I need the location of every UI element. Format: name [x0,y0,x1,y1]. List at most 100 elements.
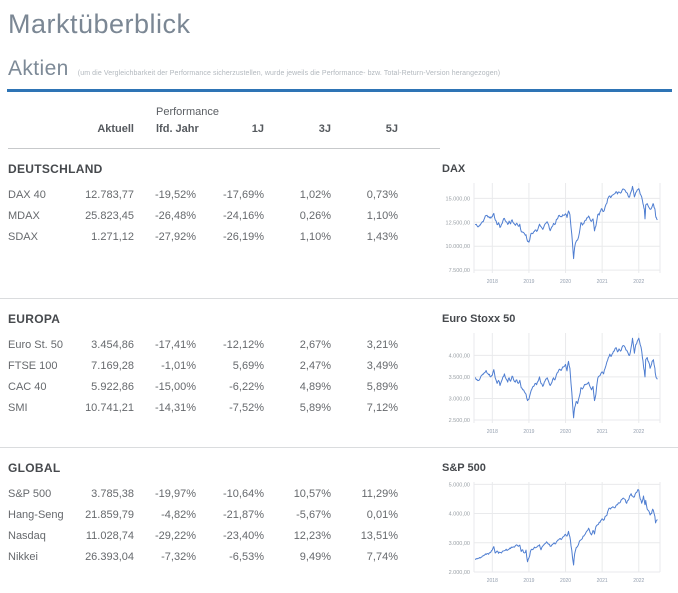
column-header-5j: 5J [339,120,406,138]
row-label: SMI [8,398,76,419]
table-row: SMI10.741,21-14,31%-7,52%5,89%7,12% [8,398,438,419]
row-value: -7,32% [142,547,204,568]
row-value: 12,23% [272,526,339,547]
row-value: -26,48% [142,206,204,227]
svg-text:10.000,00: 10.000,00 [446,244,470,250]
row-value: 7,12% [339,398,406,419]
row-value: 11.028,74 [76,526,142,547]
section-note: (um die Vergleichbarkeit der Performance… [78,70,500,77]
row-value: 7,74% [339,547,406,568]
row-value: 10,57% [272,484,339,505]
table-row: MDAX25.823,45-26,48%-24,16%0,26%1,10% [8,206,438,227]
row-value: -24,16% [204,206,272,227]
svg-text:3.500,00: 3.500,00 [449,375,470,381]
row-value: 5,89% [339,377,406,398]
svg-text:15.000,00: 15.000,00 [446,196,470,202]
section-header: Aktien (um die Vergleichbarkeit der Perf… [8,57,678,81]
row-value: 2,67% [272,335,339,356]
column-header-aktuell: Aktuell [76,120,142,138]
row-value: -6,22% [204,377,272,398]
svg-text:2019: 2019 [523,578,534,584]
svg-text:2018: 2018 [487,429,498,435]
row-label: MDAX [8,206,76,227]
row-value: 2,47% [272,356,339,377]
table-row: FTSE 1007.169,28-1,01%5,69%2,47%3,49% [8,356,438,377]
row-value: -6,53% [204,547,272,568]
svg-text:2020: 2020 [560,279,571,285]
svg-text:2.000,00: 2.000,00 [449,570,470,576]
row-value: 5,69% [204,356,272,377]
section-europa: EUROPA Euro St. 503.454,86-17,41%-12,12%… [0,298,678,447]
row-value: -17,41% [142,335,204,356]
row-value: 5,89% [272,398,339,419]
row-value: 0,73% [339,185,406,206]
chart-title-sp500: S&P 500 [442,462,664,475]
row-value: -4,82% [142,505,204,526]
row-value: 3.454,86 [76,335,142,356]
svg-text:2019: 2019 [523,279,534,285]
row-label: DAX 40 [8,185,76,206]
section-deutschland: DEUTSCHLAND DAX 4012.783,77-19,52%-17,69… [0,149,678,298]
group-title-europa: EUROPA [8,312,438,326]
row-value: 0,26% [272,206,339,227]
row-value: -19,97% [142,484,204,505]
row-value: 1,43% [339,227,406,248]
row-value: 26.393,04 [76,547,142,568]
column-header-3j: 3J [272,120,339,138]
row-value: 4,89% [272,377,339,398]
row-value: -10,64% [204,484,272,505]
svg-text:4.000,00: 4.000,00 [449,353,470,359]
svg-text:4.000,00: 4.000,00 [449,512,470,518]
group-title-deutschland: DEUTSCHLAND [8,162,438,176]
chart-title-dax: DAX [442,163,664,176]
table-row: S&P 5003.785,38-19,97%-10,64%10,57%11,29… [8,484,438,505]
row-value: -7,52% [204,398,272,419]
table-row: Nasdaq11.028,74-29,22%-23,40%12,23%13,51… [8,526,438,547]
row-value: 11,29% [339,484,406,505]
row-label: Euro St. 50 [8,335,76,356]
table-row: Hang-Seng21.859,79-4,82%-21,87%-5,67%0,0… [8,505,438,526]
dax-chart: 15.000,0012.500,0010.000,007.500,0020182… [438,179,664,289]
svg-text:3.000,00: 3.000,00 [449,396,470,402]
row-value: 25.823,45 [76,206,142,227]
row-value: 1,02% [272,185,339,206]
row-value: -1,01% [142,356,204,377]
svg-text:12.500,00: 12.500,00 [446,220,470,226]
row-value: 3,21% [339,335,406,356]
row-value: -12,12% [204,335,272,356]
row-label: Hang-Seng [8,505,76,526]
row-value: -15,00% [142,377,204,398]
svg-text:2022: 2022 [633,279,644,285]
svg-text:2021: 2021 [597,429,608,435]
group-title-global: GLOBAL [8,461,438,475]
row-value: 21.859,79 [76,505,142,526]
row-value: 10.741,21 [76,398,142,419]
market-overview-page: Marktüberblick Aktien (um die Vergleichb… [0,0,678,593]
svg-text:2.500,00: 2.500,00 [449,418,470,424]
row-value: -26,19% [204,227,272,248]
row-value: -29,22% [142,526,204,547]
row-value: -14,31% [142,398,204,419]
table-header: Performance Aktuell lfd. Jahr 1J 3J 5J [8,104,440,149]
section-global: GLOBAL S&P 5003.785,38-19,97%-10,64%10,5… [0,447,678,593]
svg-text:2022: 2022 [633,429,644,435]
column-header-1j: 1J [204,120,272,138]
deutschland-rows: DAX 4012.783,77-19,52%-17,69%1,02%0,73%M… [8,185,438,248]
sp500-chart: 5.000,004.000,003.000,002.000,0020182019… [438,478,664,588]
row-value: 0,01% [339,505,406,526]
svg-text:2021: 2021 [597,578,608,584]
table-row: Nikkei26.393,04-7,32%-6,53%9,49%7,74% [8,547,438,568]
row-value: -5,67% [272,505,339,526]
row-value: 12.783,77 [76,185,142,206]
row-value: -19,52% [142,185,204,206]
row-value: 7.169,28 [76,356,142,377]
row-value: 3,49% [339,356,406,377]
section-title: Aktien [8,57,69,81]
svg-text:5.000,00: 5.000,00 [449,482,470,488]
svg-text:2020: 2020 [560,578,571,584]
page-title: Marktüberblick [8,9,678,40]
svg-text:2021: 2021 [597,279,608,285]
table-row: CAC 405.922,86-15,00%-6,22%4,89%5,89% [8,377,438,398]
row-value: 9,49% [272,547,339,568]
performance-group-header: Performance [142,104,204,120]
